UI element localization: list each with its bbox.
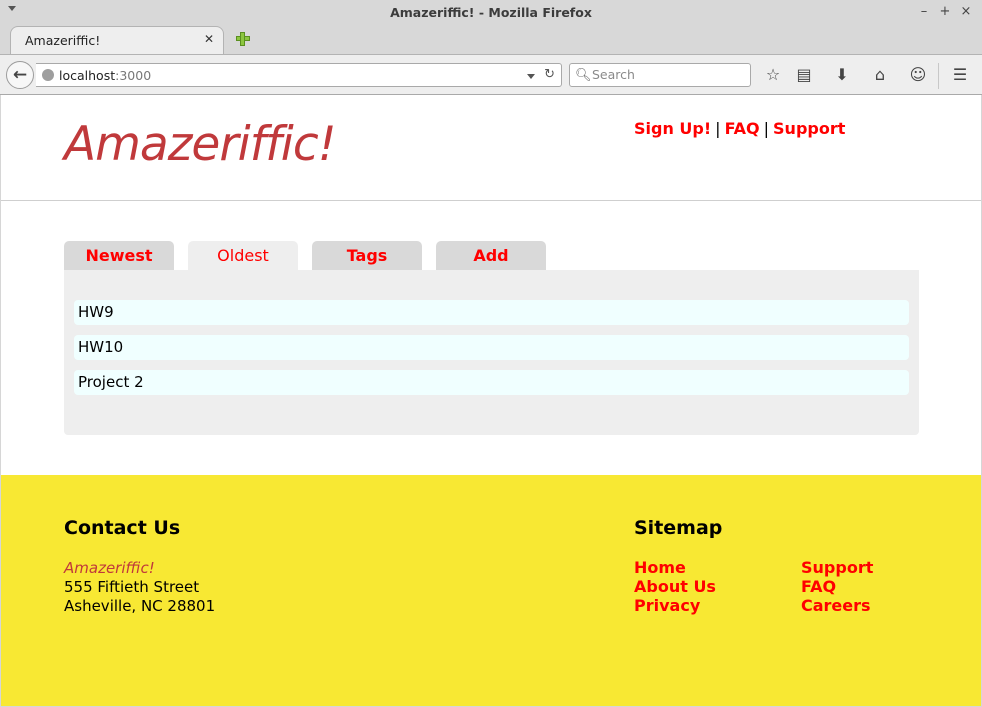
url-history-dropdown-icon[interactable]: [527, 74, 535, 79]
navigation-toolbar: ← localhost:3000 ↻ 🔍︎ ☆ ▤ ⬇ ⌂ ☺ ☰: [0, 54, 982, 95]
maximize-button[interactable]: +: [937, 4, 953, 19]
search-icon: 🔍︎: [575, 68, 592, 83]
toolbar-separator: [938, 63, 939, 89]
contact-address: Amazeriffic! 555 Fiftieth Street Ashevil…: [64, 559, 215, 616]
close-tab-icon[interactable]: ✕: [204, 32, 214, 46]
sitemap-heading: Sitemap: [634, 517, 723, 539]
close-window-button[interactable]: ×: [958, 4, 974, 19]
address-company: Amazeriffic!: [64, 559, 155, 577]
list-item: Project 2: [74, 370, 909, 395]
signup-link[interactable]: Sign Up!: [634, 119, 711, 138]
tab-add[interactable]: Add: [436, 241, 546, 270]
home-icon[interactable]: ⌂: [869, 65, 891, 84]
page-viewport: Amazeriffic! Sign Up! | FAQ | Support Newest…: [1, 95, 981, 706]
sitemap-privacy-link[interactable]: Privacy: [634, 596, 700, 615]
sitemap-faq-link[interactable]: FAQ: [801, 577, 836, 596]
top-links: Sign Up! | FAQ | Support: [634, 119, 846, 138]
site-logo: Amazeriffic!: [64, 117, 337, 172]
bookmark-star-icon[interactable]: ☆: [762, 65, 784, 84]
address-city: Asheville, NC 28801: [64, 597, 216, 615]
site-footer: Contact Us Amazeriffic! 555 Fiftieth Str…: [1, 475, 981, 706]
sitemap-support-link[interactable]: Support: [801, 558, 873, 577]
search-bar[interactable]: 🔍︎: [569, 63, 751, 87]
list-item: HW9: [74, 300, 909, 325]
window-title: Amazeriffic! - Mozilla Firefox: [390, 5, 592, 20]
search-input[interactable]: [592, 67, 742, 82]
window-titlebar: Amazeriffic! - Mozilla Firefox – + ×: [0, 0, 982, 27]
url-bar[interactable]: localhost:3000 ↻: [36, 63, 562, 87]
tab-oldest[interactable]: Oldest: [188, 241, 298, 270]
browser-tab[interactable]: Amazeriffic! ✕: [10, 26, 224, 54]
tab-newest[interactable]: Newest: [64, 241, 174, 270]
site-header: Amazeriffic! Sign Up! | FAQ | Support: [1, 95, 981, 201]
reload-icon[interactable]: ↻: [544, 67, 555, 82]
list-item: HW10: [74, 335, 909, 360]
address-street: 555 Fiftieth Street: [64, 578, 200, 596]
minimize-button[interactable]: –: [916, 4, 932, 19]
globe-icon: [42, 69, 54, 81]
tab-strip: Amazeriffic! ✕: [0, 26, 982, 54]
sitemap-home-link[interactable]: Home: [634, 558, 686, 577]
url-text[interactable]: localhost:3000: [59, 68, 151, 83]
main-content: Newest Oldest Tags Add HW9 HW10 Project …: [1, 201, 981, 475]
reading-list-icon[interactable]: ▤: [793, 65, 815, 84]
tab-tags[interactable]: Tags: [312, 241, 422, 270]
chat-icon[interactable]: ☺: [907, 65, 929, 84]
browser-tab-title: Amazeriffic!: [25, 33, 101, 48]
faq-link[interactable]: FAQ: [725, 119, 760, 138]
tab-content-panel: HW9 HW10 Project 2: [64, 270, 919, 435]
sitemap-about-link[interactable]: About Us: [634, 577, 716, 596]
hamburger-menu-icon[interactable]: ☰: [949, 65, 971, 84]
support-link[interactable]: Support: [773, 119, 845, 138]
back-button[interactable]: ←: [6, 61, 34, 89]
contact-heading: Contact Us: [64, 517, 181, 539]
sitemap-careers-link[interactable]: Careers: [801, 596, 871, 615]
downloads-icon[interactable]: ⬇: [831, 65, 853, 84]
new-tab-icon[interactable]: [234, 30, 252, 48]
